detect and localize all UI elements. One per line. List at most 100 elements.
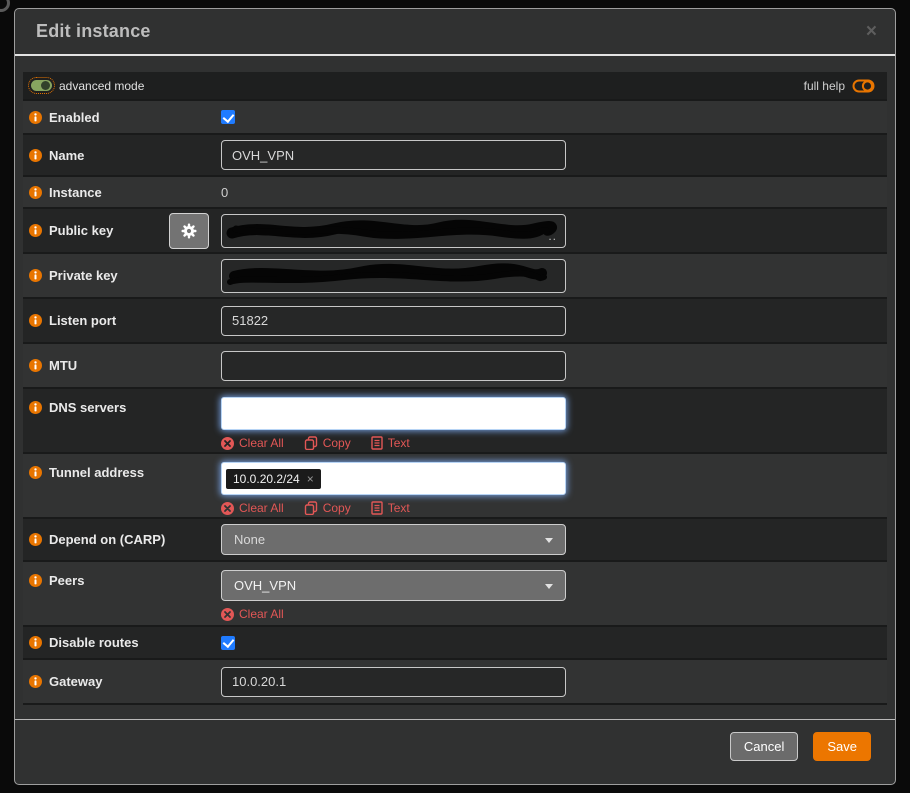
field-control-cell bbox=[221, 666, 566, 697]
private-key-input-redacted[interactable] bbox=[221, 258, 566, 293]
token-value: 10.0.20.2/24 bbox=[233, 471, 300, 486]
text-label: Text bbox=[387, 501, 410, 515]
close-icon[interactable]: × bbox=[866, 22, 877, 41]
field-label-cell: DNS servers bbox=[23, 389, 221, 415]
field-row-tunnel-address: Tunnel address 10.0.20.2/24 × Clear All bbox=[23, 454, 887, 519]
text-link[interactable]: Text bbox=[371, 436, 410, 450]
field-control-cell: Clear All Copy Text bbox=[221, 389, 566, 450]
info-icon[interactable] bbox=[29, 224, 42, 237]
info-icon[interactable] bbox=[29, 636, 42, 649]
name-input[interactable] bbox=[221, 140, 566, 170]
field-label: MTU bbox=[49, 358, 78, 373]
field-label-cell: Private key bbox=[23, 268, 221, 283]
mtu-input[interactable] bbox=[221, 350, 566, 381]
copy-label: Copy bbox=[322, 501, 351, 515]
generate-key-button[interactable] bbox=[169, 212, 209, 249]
text-label: Text bbox=[387, 436, 410, 450]
field-label-cell: Depend on (CARP) bbox=[23, 532, 221, 547]
dns-servers-token-input[interactable] bbox=[221, 397, 566, 430]
clear-all-label: Clear All bbox=[239, 501, 284, 515]
depend-on-carp-select[interactable]: None bbox=[221, 524, 566, 555]
public-key-input-redacted[interactable]: .. bbox=[221, 213, 566, 248]
field-label-cell: Public key bbox=[23, 223, 169, 238]
listen-port-input[interactable] bbox=[221, 305, 566, 336]
copy-label: Copy bbox=[322, 436, 351, 450]
save-button[interactable]: Save bbox=[813, 732, 871, 761]
info-icon[interactable] bbox=[29, 533, 42, 546]
file-text-icon bbox=[371, 501, 383, 515]
field-control-cell: None bbox=[221, 524, 566, 555]
info-icon[interactable] bbox=[29, 359, 42, 372]
enabled-checkbox[interactable] bbox=[221, 110, 235, 124]
field-label: Private key bbox=[49, 268, 118, 283]
peers-select[interactable]: OVH_VPN bbox=[221, 570, 566, 601]
token-remove-icon[interactable]: × bbox=[307, 473, 314, 485]
field-control-cell bbox=[221, 110, 235, 124]
gear-icon bbox=[181, 223, 197, 238]
field-label: Gateway bbox=[49, 674, 103, 689]
info-icon[interactable] bbox=[29, 148, 42, 162]
field-label: Public key bbox=[49, 223, 114, 238]
info-icon[interactable] bbox=[29, 110, 42, 124]
field-label-cell: Name bbox=[23, 148, 221, 163]
select-value: None bbox=[234, 532, 266, 547]
redaction-scribble bbox=[226, 219, 557, 239]
token-actions: Clear All Copy Text bbox=[221, 436, 410, 450]
field-row-peers: Peers OVH_VPN Clear All bbox=[23, 562, 887, 627]
clear-all-link[interactable]: Clear All bbox=[221, 436, 284, 450]
advanced-mode-toggle-icon[interactable] bbox=[28, 77, 55, 94]
token: 10.0.20.2/24 × bbox=[226, 468, 321, 489]
clear-all-link[interactable]: Clear All bbox=[221, 501, 284, 515]
chevron-down-icon bbox=[545, 538, 553, 543]
info-icon[interactable] bbox=[29, 675, 42, 688]
field-label: Listen port bbox=[49, 313, 117, 328]
gateway-input[interactable] bbox=[221, 666, 566, 697]
full-help-label: full help bbox=[803, 78, 845, 93]
info-icon[interactable] bbox=[29, 269, 42, 282]
field-row-depend-on-carp: Depend on (CARP) None bbox=[23, 519, 887, 562]
dialog-footer: Cancel Save bbox=[15, 719, 895, 761]
help-bar: advanced mode full help bbox=[23, 72, 887, 101]
field-control-cell bbox=[221, 635, 235, 650]
field-label: Enabled bbox=[49, 109, 100, 125]
clear-all-label: Clear All bbox=[239, 436, 284, 450]
token-actions: Clear All Copy Text bbox=[221, 501, 410, 515]
field-row-instance: Instance 0 bbox=[23, 177, 887, 209]
info-icon[interactable] bbox=[29, 314, 42, 327]
field-row-mtu: MTU bbox=[23, 344, 887, 389]
copy-icon bbox=[304, 436, 317, 450]
dialog-title: Edit instance bbox=[36, 21, 151, 41]
full-help-group: full help bbox=[804, 79, 875, 93]
dialog-body: advanced mode full help Enabled Name OVH… bbox=[15, 56, 895, 705]
redaction-scribble bbox=[227, 262, 547, 285]
field-row-public-key: Public key .. bbox=[23, 209, 887, 254]
field-label-cell: Listen port bbox=[23, 313, 221, 328]
cancel-button[interactable]: Cancel bbox=[729, 732, 799, 761]
clear-all-link[interactable]: Clear All bbox=[221, 607, 284, 621]
text-link[interactable]: Text bbox=[371, 501, 410, 515]
info-icon[interactable] bbox=[29, 185, 42, 199]
field-row-disable-routes: Disable routes bbox=[23, 627, 887, 660]
field-row-dns-servers: DNS servers Clear All Copy Text bbox=[23, 389, 887, 454]
field-label-cell: Tunnel address bbox=[23, 454, 221, 480]
full-help-toggle-icon[interactable] bbox=[852, 79, 875, 93]
field-label: Name bbox=[49, 147, 85, 163]
field-label: DNS servers bbox=[49, 400, 127, 415]
tunnel-address-token-input[interactable]: 10.0.20.2/24 × bbox=[221, 462, 566, 495]
disable-routes-checkbox[interactable] bbox=[221, 635, 235, 650]
copy-link[interactable]: Copy bbox=[304, 436, 351, 450]
field-control-cell bbox=[221, 258, 566, 293]
info-icon[interactable] bbox=[29, 466, 42, 479]
copy-link[interactable]: Copy bbox=[304, 501, 351, 515]
info-icon[interactable] bbox=[29, 574, 42, 587]
field-label: Disable routes bbox=[49, 635, 139, 650]
field-control-cell: 0 bbox=[221, 185, 228, 200]
field-control-cell: OVH_VPN Clear All bbox=[221, 562, 566, 621]
info-icon[interactable] bbox=[29, 401, 42, 414]
select-value: OVH_VPN bbox=[234, 578, 297, 593]
field-label-cell: Peers bbox=[23, 562, 221, 588]
file-text-icon bbox=[371, 436, 383, 450]
token-actions: Clear All bbox=[221, 607, 284, 621]
field-control-cell bbox=[221, 305, 566, 336]
field-row-name: Name bbox=[23, 135, 887, 177]
